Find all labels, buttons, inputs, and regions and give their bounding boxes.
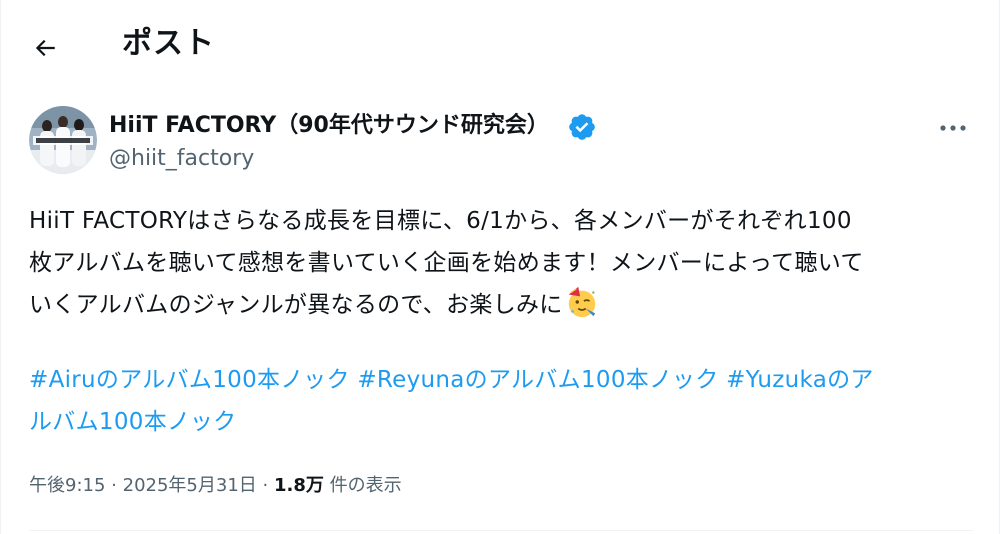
more-dots-icon [940,125,966,131]
author-display-name[interactable]: HiiT FACTORY（90年代サウンド研究会） [109,110,549,142]
hashtag-line: #Airuのアルバム100本ノック #Reyunaのアルバム100本ノック #Y… [29,359,979,401]
page-title: ポスト [122,26,215,61]
divider [29,530,973,531]
post-time[interactable]: 午後9:15 [29,475,105,496]
post-metadata: 午後9:15 · 2025年5月31日 · 1.8万 件の表示 [29,471,402,501]
arrow-left-icon [35,39,55,57]
meta-separator: · [262,475,269,496]
views-count: 1.8万 [274,475,324,496]
post-detail-page: ポスト HiiT FACTORY（90年代サウンド研究会） @hiit_fact… [0,0,1000,534]
avatar-image [29,106,97,174]
post-date[interactable]: 2025年5月31日 [123,475,257,496]
post-text-line: いくアルバムのジャンルが異なるので、お楽しみに [29,284,979,326]
back-button[interactable] [19,22,71,74]
verified-badge-icon [569,114,595,140]
more-options-button[interactable] [927,108,979,148]
post-text: HiiT FACTORYはさらなる成長を目標に、6/1から、各メンバーがそれぞれ… [29,200,979,326]
views-label: 件の表示 [329,475,402,496]
avatar[interactable] [29,106,97,174]
hashtag-line: ルバム100本ノック [29,401,979,443]
hashtag-link[interactable]: ルバム100本ノック [29,409,236,435]
page-header: ポスト [1,0,999,90]
author-handle[interactable]: @hiit_factory [109,143,254,175]
meta-separator: · [111,475,117,496]
post-text-line: 枚アルバムを聴いて感想を書いていく企画を始めます！メンバーによって聴いて [29,250,864,276]
post-text-line: HiiT FACTORYはさらなる成長を目標に、6/1から、各メンバーがそれぞれ… [29,208,852,234]
partying-face-emoji-icon [568,286,595,318]
hashtag-link[interactable]: #Airuのアルバム100本ノック #Reyunaのアルバム100本ノック #Y… [29,367,874,393]
post-text-line-content: いくアルバムのジャンルが異なるので、お楽しみに [29,292,563,318]
post-hashtags: #Airuのアルバム100本ノック #Reyunaのアルバム100本ノック #Y… [29,359,979,443]
